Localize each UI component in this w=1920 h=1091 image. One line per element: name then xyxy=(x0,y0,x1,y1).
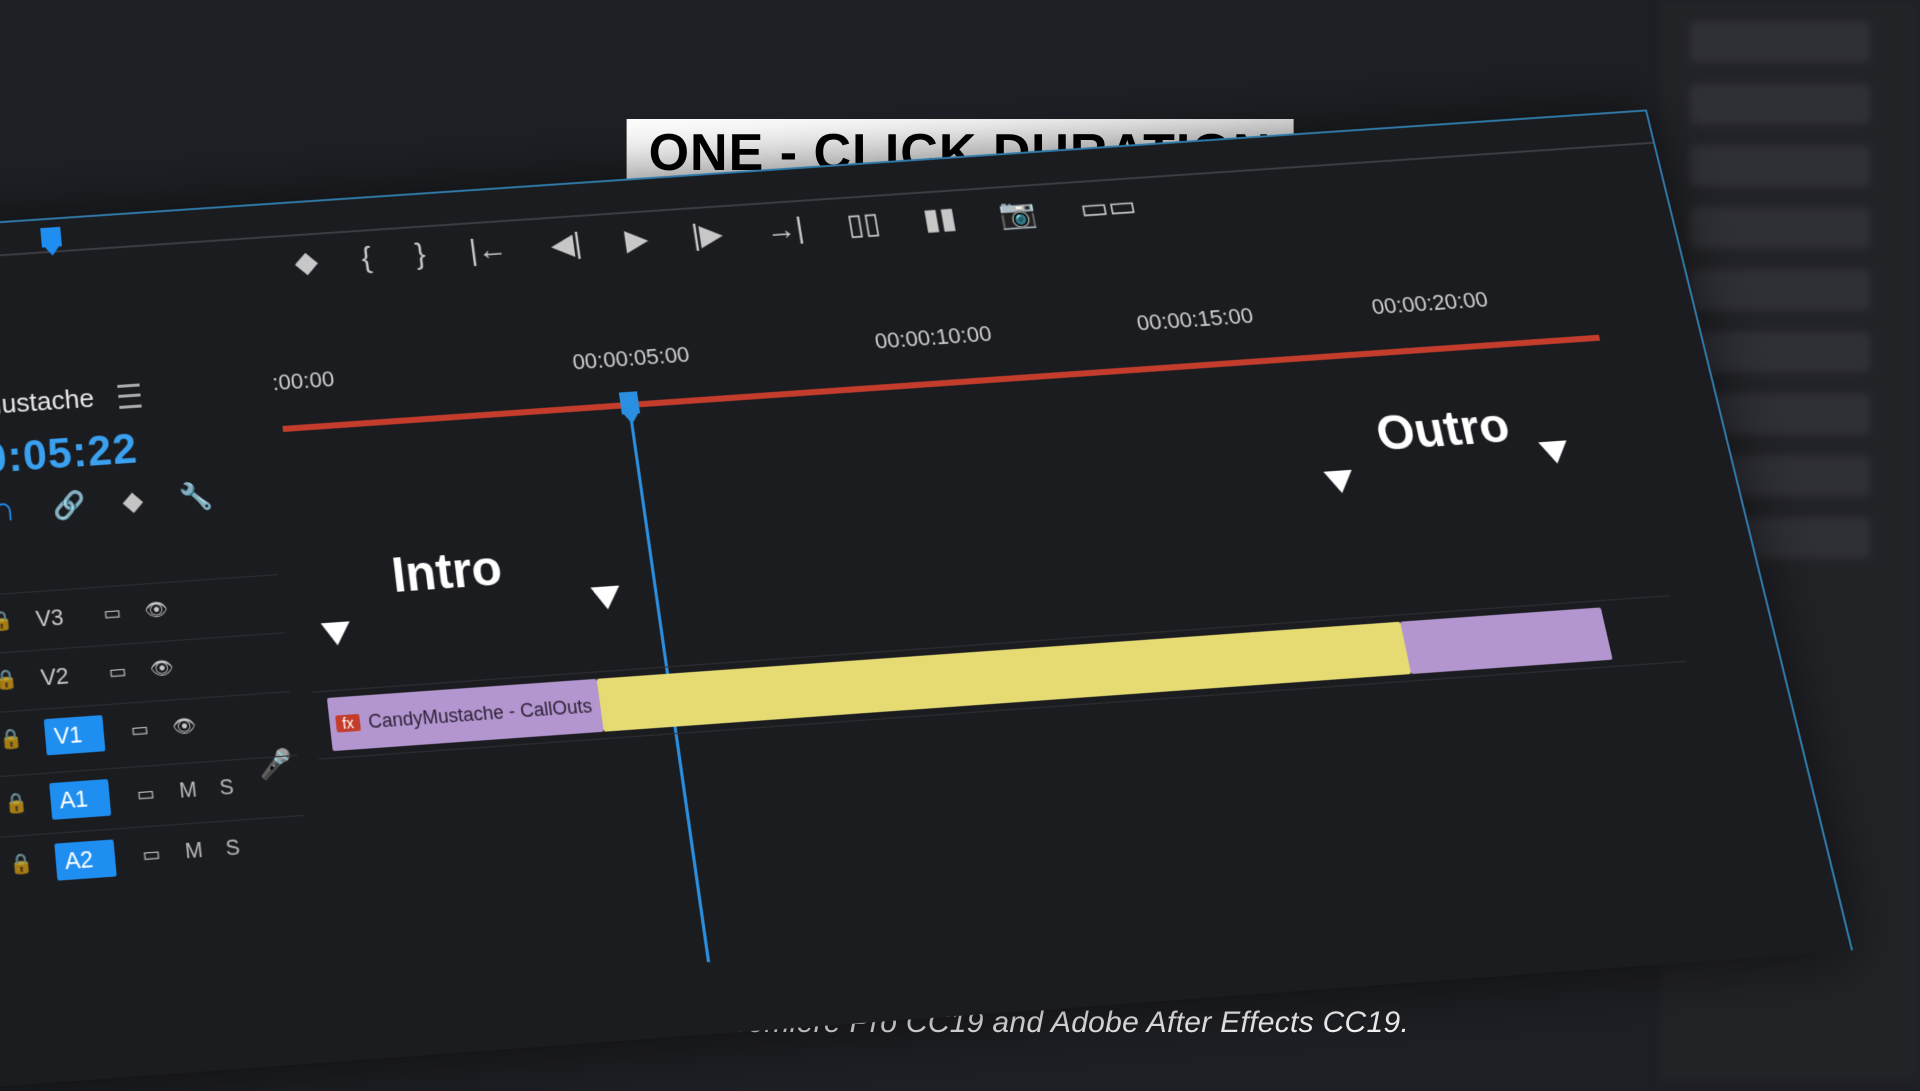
tracks-area: V3 V2 V1 🎤 xyxy=(0,410,1756,1091)
ruler-label: 00:00:20:00 xyxy=(1369,287,1490,321)
clip-outro[interactable] xyxy=(1400,607,1613,674)
scrub-marker[interactable] xyxy=(40,227,62,248)
playhead-handle[interactable] xyxy=(619,391,640,414)
eye-toggle-icon[interactable] xyxy=(150,656,175,681)
mark-out-button[interactable]: } xyxy=(413,238,427,272)
track-label[interactable]: V2 xyxy=(40,661,84,691)
lock-icon[interactable] xyxy=(0,668,19,692)
track-label[interactable]: A2 xyxy=(55,839,117,880)
lock-icon[interactable] xyxy=(0,609,14,633)
sequence-name: CandyMustache xyxy=(0,383,95,427)
mute-toggle[interactable]: M xyxy=(184,839,204,865)
lock-icon[interactable] xyxy=(4,791,29,815)
mute-toggle[interactable]: M xyxy=(178,778,198,804)
eye-toggle-icon[interactable] xyxy=(172,714,197,739)
goto-in-button[interactable]: |← xyxy=(467,232,509,268)
export-frame-button[interactable]: 📷 xyxy=(997,196,1040,232)
solo-toggle[interactable]: S xyxy=(225,836,242,862)
clip-intro[interactable]: fx CandyMustache - CallOuts xyxy=(327,679,604,751)
ruler-label: :00:00 xyxy=(271,366,336,396)
clip-body[interactable] xyxy=(597,622,1412,732)
step-fwd-button[interactable]: |▶ xyxy=(689,217,725,253)
playhead-timecode[interactable]: 00:00:05:22 xyxy=(0,424,140,489)
fx-toggle-icon[interactable] xyxy=(138,842,163,868)
timeline-stage: ◆ { } |← ◀| ▶ |▶ →| ▯▯ ▮▮ 📷 ▭▭ CandyMust… xyxy=(0,110,1850,1090)
ruler-label: 00:00:05:00 xyxy=(571,342,691,376)
solo-toggle[interactable]: S xyxy=(219,776,235,802)
sequence-tab[interactable]: CandyMustache xyxy=(0,379,142,426)
clip-name: CandyMustache - CallOuts xyxy=(367,695,593,733)
fx-toggle-icon[interactable] xyxy=(132,782,157,807)
fx-toggle-icon[interactable] xyxy=(104,660,129,685)
lock-icon[interactable] xyxy=(0,727,24,751)
fx-toggle-icon[interactable] xyxy=(126,718,151,743)
track-label[interactable]: V3 xyxy=(35,602,79,632)
eye-toggle-icon[interactable] xyxy=(144,598,169,622)
track-lane-v1[interactable]: fx CandyMustache - CallOuts xyxy=(312,595,1687,760)
insert-button[interactable]: ▭▭ xyxy=(1077,189,1139,227)
track-label[interactable]: V1 xyxy=(44,714,106,754)
lift-button[interactable]: ▯▯ xyxy=(844,206,882,242)
add-marker-button[interactable]: ◆ xyxy=(293,245,320,281)
timeline-panel[interactable]: ◆ { } |← ◀| ▶ |▶ →| ▯▯ ▮▮ 📷 ▭▭ CandyMust… xyxy=(0,109,1853,1091)
step-back-button[interactable]: ◀| xyxy=(548,227,583,263)
lock-icon[interactable] xyxy=(8,852,34,877)
play-button[interactable]: ▶ xyxy=(623,222,651,258)
sequence-menu-icon[interactable] xyxy=(117,383,142,409)
ruler-label: 00:00:10:00 xyxy=(873,321,994,355)
extract-button[interactable]: ▮▮ xyxy=(921,201,960,237)
clip-fx-badge: fx xyxy=(335,714,361,733)
ruler-label: 00:00:15:00 xyxy=(1134,303,1255,337)
goto-out-button[interactable]: →| xyxy=(764,212,807,247)
mark-in-button[interactable]: { xyxy=(360,241,374,275)
fx-toggle-icon[interactable] xyxy=(99,601,124,625)
track-label[interactable]: A1 xyxy=(50,778,112,819)
